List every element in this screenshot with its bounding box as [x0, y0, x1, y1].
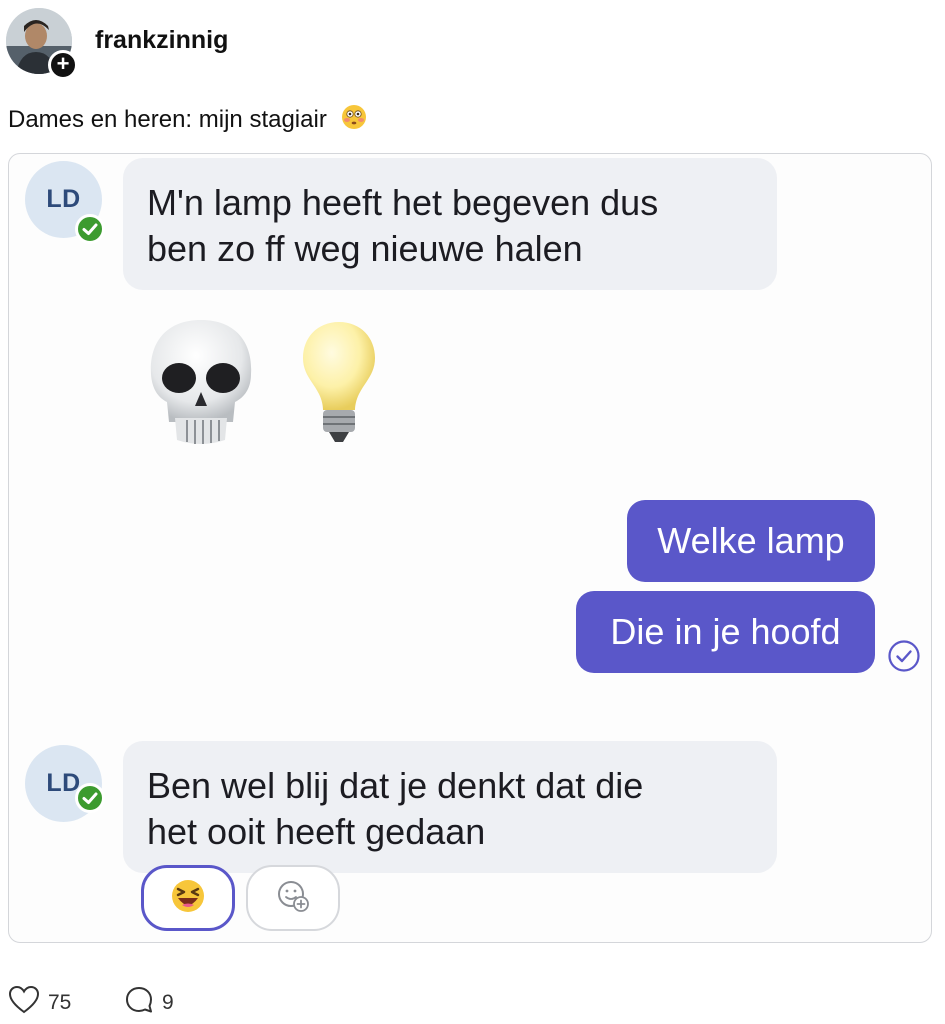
- follow-plus-icon[interactable]: +: [48, 50, 78, 80]
- squinting-laughing-face-icon: [170, 878, 206, 919]
- message-text: Die in je hoofd: [610, 611, 841, 652]
- comment-action[interactable]: 9: [124, 985, 174, 1021]
- message-text-line: het ooit heeft gedaan: [147, 811, 486, 852]
- chat-screenshot-image[interactable]: LD M'n lamp heeft het begeven dus ben zo…: [8, 153, 932, 943]
- incoming-message-bubble: M'n lamp heeft het begeven dus ben zo ff…: [123, 158, 777, 290]
- light-bulb-icon: [299, 318, 379, 453]
- read-check-icon: [887, 639, 921, 678]
- contact-avatar: LD: [25, 161, 105, 244]
- like-action[interactable]: 75: [8, 985, 71, 1021]
- profile-avatar[interactable]: +: [6, 8, 78, 80]
- message-text-line: Ben wel blij dat je denkt dat die: [147, 765, 644, 806]
- username[interactable]: frankzinnig: [95, 26, 228, 55]
- outgoing-message-bubble: Welke lamp: [627, 500, 875, 582]
- comment-count: 9: [162, 991, 174, 1014]
- post-caption: Dames en heren: mijn stagiair: [8, 104, 367, 137]
- reaction-squinting-laughing[interactable]: [141, 865, 235, 931]
- message-text-line: M'n lamp heeft het begeven dus: [147, 182, 659, 223]
- like-count: 75: [48, 991, 72, 1014]
- contact-avatar: LD: [25, 745, 105, 825]
- post-caption-text: Dames en heren: mijn stagiair: [8, 105, 327, 133]
- add-reaction-icon: [275, 878, 311, 919]
- add-reaction-button[interactable]: [246, 865, 340, 931]
- comment-bubble-icon: [124, 985, 154, 1021]
- verified-check-icon: [75, 783, 105, 813]
- skull-icon: [143, 314, 259, 459]
- message-text-line: ben zo ff weg nieuwe halen: [147, 228, 583, 269]
- verified-check-icon: [75, 214, 105, 244]
- heart-icon: [8, 985, 40, 1021]
- outgoing-message-bubble: Die in je hoofd: [576, 591, 875, 673]
- flushed-face-icon: [341, 104, 367, 137]
- incoming-message-bubble: Ben wel blij dat je denkt dat die het oo…: [123, 741, 777, 873]
- message-text: Welke lamp: [657, 520, 845, 561]
